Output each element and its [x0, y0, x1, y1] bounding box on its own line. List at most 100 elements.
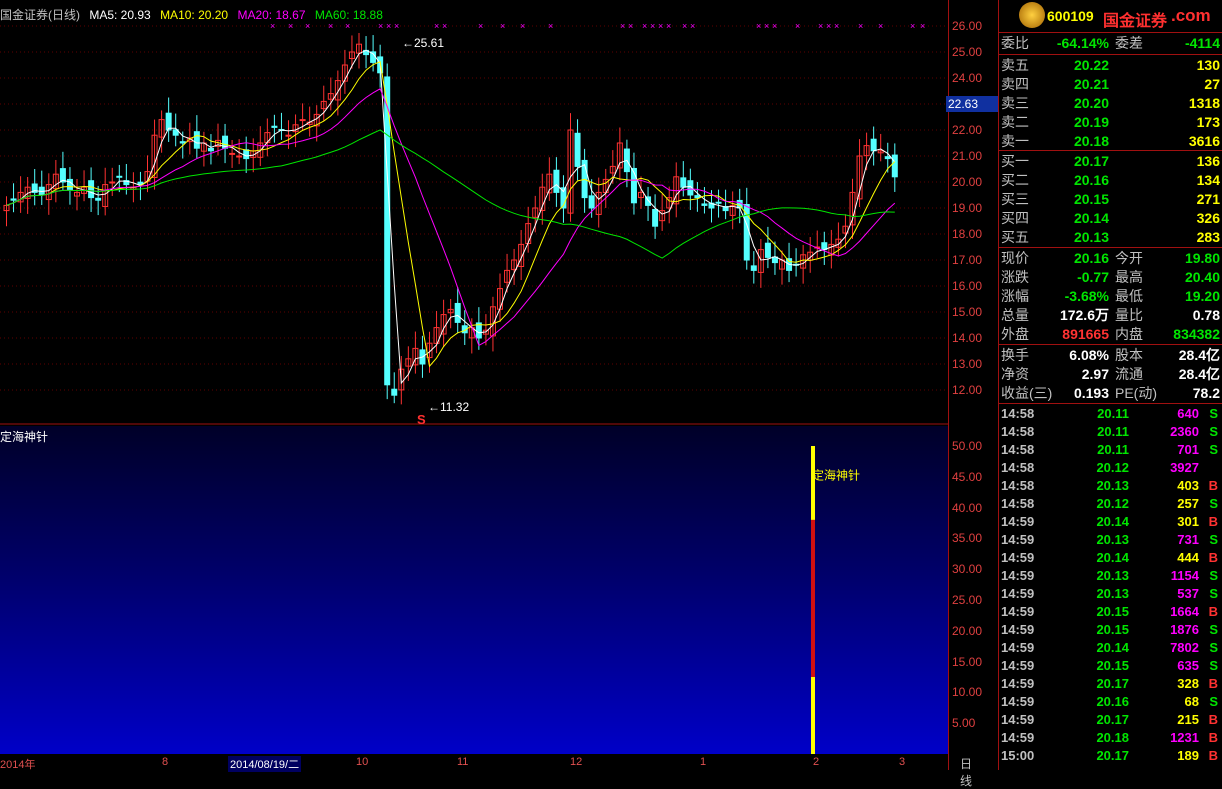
time-label: 12: [570, 756, 583, 768]
indicator-axis-label: 5.00: [952, 716, 976, 731]
bid-row-label: 买四: [1001, 210, 1029, 226]
tick-side: B: [1208, 550, 1218, 565]
ask-row: 卖四 20.21 27: [1001, 75, 1220, 94]
tick-time: 14:59: [1001, 640, 1035, 655]
signal-x-mark: ×: [442, 21, 447, 31]
ma60-label: MA60: 18.88: [314, 8, 383, 22]
tick-side: S: [1209, 424, 1218, 439]
tick-row: 14:58 20.11 640 S: [999, 405, 1222, 423]
chart-header: 国金证券(日线) MA5: 20.93 MA10: 20.20 MA20: 18…: [0, 6, 389, 23]
indicator-axis-label: 20.00: [952, 623, 983, 638]
tick-price: 20.15: [1096, 622, 1129, 637]
ask-row-label: 卖四: [1001, 76, 1029, 92]
signal-x-mark: ×: [834, 21, 839, 31]
signal-x-mark: ×: [478, 21, 483, 31]
period-label[interactable]: 日线: [960, 755, 972, 789]
tick-row: 14:59 20.18 1231 B: [999, 729, 1222, 747]
tick-price: 20.14: [1096, 640, 1129, 655]
stat-label-2: PE(动): [1115, 385, 1157, 401]
indicator-bar-label: 定海神针: [812, 468, 860, 483]
price-axis-label: 17.00: [952, 253, 983, 267]
candle-body: [553, 169, 560, 193]
price-axis-label: 21.00: [952, 149, 983, 163]
weibi-label: 委比: [1001, 35, 1029, 51]
stat-label: 收益(三): [1001, 385, 1053, 401]
bid-row-price: 20.16: [1073, 172, 1109, 188]
indicator-chart[interactable]: 定海神针: [0, 426, 948, 754]
tick-time: 14:59: [1001, 550, 1035, 565]
stat-label-2: 最低: [1115, 288, 1143, 304]
ask-row: 卖五 20.22 130: [1001, 56, 1220, 75]
bid-row-label: 买五: [1001, 229, 1029, 245]
tick-row: 14:59 20.16 68 S: [999, 693, 1222, 711]
tick-time: 14:58: [1001, 424, 1035, 439]
candle-body: [299, 119, 306, 122]
bid-row-price: 20.13: [1073, 229, 1109, 245]
bid-row-volume: 326: [1196, 210, 1220, 226]
tick-volume: 68: [1184, 694, 1199, 709]
bid-row-volume: 134: [1196, 172, 1220, 188]
indicator-bar-mid: [811, 519, 815, 677]
tick-volume: 537: [1177, 586, 1199, 601]
stat-label: 涨幅: [1001, 288, 1029, 304]
tick-side: S: [1209, 586, 1218, 601]
time-label: 10: [356, 756, 369, 768]
tick-price: 20.15: [1096, 658, 1129, 673]
signal-x-mark: ×: [548, 21, 553, 31]
signal-x-mark: ×: [500, 21, 505, 31]
kline-chart[interactable]: ←25.61←11.32S× × × × × × × × × × × × × × × × × × × × × × × × × × ×…: [0, 0, 948, 425]
stat-row: 收益(三) 0.193 PE(动) 78.2: [1001, 384, 1220, 403]
candle-body: [179, 141, 186, 144]
bid-row-label: 买三: [1001, 191, 1029, 207]
candle-body: [454, 302, 461, 323]
stat-row: 涨幅 -3.68% 最低 19.20: [1001, 287, 1220, 306]
candle-body: [701, 203, 708, 206]
ask-row-volume: 27: [1204, 76, 1220, 92]
stat-value: 891665: [1062, 326, 1109, 342]
candle-body: [680, 177, 687, 188]
signal-x-mark: ×: [910, 21, 915, 31]
tick-row: 14:59 20.13 537 S: [999, 585, 1222, 603]
bid-row-label: 买一: [1001, 153, 1029, 169]
weibi-row: 委比 -64.14% 委差 -4114: [1001, 34, 1220, 53]
time-label: 1: [700, 756, 707, 768]
stat-value: 6.08%: [1069, 347, 1109, 363]
ma10-label: MA10: 20.20: [160, 8, 229, 22]
price-axis-label: 18.00: [952, 227, 983, 241]
candle-body: [193, 131, 200, 149]
bid-row-label: 买二: [1001, 172, 1029, 188]
tick-volume: 7802: [1170, 640, 1199, 655]
stat-label-2: 内盘: [1115, 326, 1143, 342]
tick-side: B: [1208, 604, 1218, 619]
candle-body: [271, 125, 278, 128]
stat-value: 172.6万: [1059, 307, 1109, 323]
tick-price: 20.13: [1096, 532, 1129, 547]
stat-label: 换手: [1001, 347, 1029, 363]
candle-body: [574, 132, 581, 167]
price-axis-label: 16.00: [952, 279, 983, 293]
quote-panel: 600109 国金证券 .com 委比 -64.14% 委差 -4114 卖五 2…: [999, 0, 1222, 770]
price-axis-label: 12.00: [952, 383, 983, 397]
ask-row-label: 卖一: [1001, 133, 1029, 149]
ma20-label: MA20: 18.67: [237, 8, 306, 22]
stat-value-2: 19.20: [1184, 288, 1220, 304]
tick-row: 14:59 20.13 1154 S: [999, 567, 1222, 585]
tick-side: B: [1208, 676, 1218, 691]
signal-x-mark: ×: [690, 21, 695, 31]
stat-value-2: 0.78: [1192, 307, 1220, 323]
stat-value: 2.97: [1081, 366, 1109, 382]
indicator-axis-label: 30.00: [952, 562, 983, 577]
tick-price: 20.13: [1096, 478, 1129, 493]
indicator-axis-label: 25.00: [952, 593, 983, 607]
tick-row: 14:59 20.14 7802 S: [999, 639, 1222, 657]
candle-body: [750, 265, 757, 271]
tick-volume: 215: [1177, 712, 1199, 727]
tick-side: B: [1208, 478, 1218, 493]
signal-x-mark: ×: [772, 21, 777, 31]
tick-volume: 189: [1177, 748, 1199, 763]
signal-x-mark: ×: [666, 21, 671, 31]
bid-row-price: 20.17: [1073, 153, 1109, 169]
candle-body: [652, 208, 659, 227]
ask-row-price: 20.21: [1073, 76, 1109, 92]
indicator-axis-label: 10.00: [952, 685, 983, 700]
